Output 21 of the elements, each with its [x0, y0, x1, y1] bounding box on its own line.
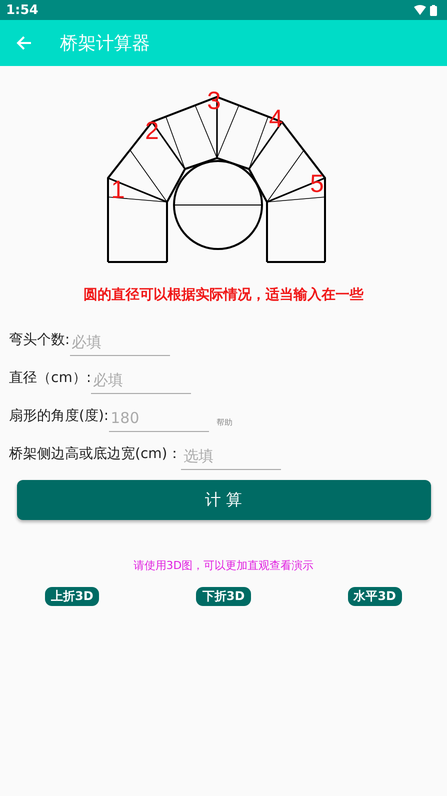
field-label: 桥架侧边高或底边宽(cm)： — [9, 445, 182, 464]
input-field[interactable]: 必填 — [91, 367, 192, 394]
diameter-notice: 圆的直径可以根据实际情况，适当输入在一些 — [82, 286, 364, 304]
field-label: 扇形的角度(度): — [9, 407, 109, 426]
3d-hint: 请使用3D图，可以更加直观查看演示 — [132, 558, 315, 573]
input-field[interactable]: 180 — [108, 405, 209, 432]
segment-number: 1 — [111, 176, 125, 204]
app-title: 桥架计算器 — [60, 32, 150, 55]
status-time: 1:54 — [6, 2, 38, 18]
3d-view-button[interactable]: 下折3D — [196, 587, 251, 606]
input-field[interactable]: 选填 — [181, 443, 282, 470]
field-label: 直径（cm）: — [9, 369, 92, 388]
field-label: 弯头个数: — [9, 331, 70, 350]
input-field[interactable]: 必填 — [70, 329, 170, 356]
battery-icon — [430, 4, 437, 16]
3d-view-button[interactable]: 上折3D — [45, 587, 100, 606]
3d-view-button[interactable]: 水平3D — [348, 587, 402, 606]
wifi-icon — [414, 5, 426, 15]
back-arrow-icon[interactable] — [16, 35, 32, 51]
calculate-button[interactable]: 计 算 — [16, 480, 430, 520]
help-link[interactable]: 帮助 — [216, 417, 233, 432]
